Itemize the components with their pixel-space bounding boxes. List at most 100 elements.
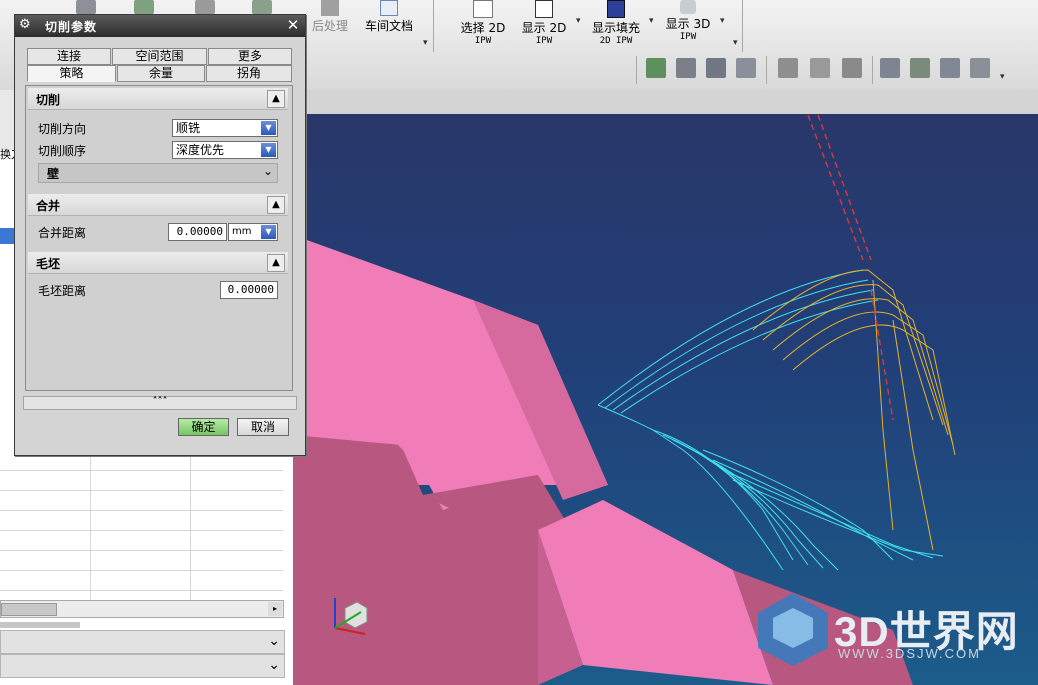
feeds-icon[interactable]: [880, 58, 900, 78]
show-fill-2d-ipw-button[interactable]: 显示填充 2D IPW: [588, 0, 644, 48]
report-icon[interactable]: [970, 58, 990, 78]
more-options-bar[interactable]: ˄˄˄: [23, 396, 297, 410]
tab-stock-label: 余量: [148, 66, 173, 80]
wall-label: 壁: [47, 167, 60, 181]
section-cutting-header[interactable]: 切削 ▲: [28, 88, 288, 110]
tab-spatial-range[interactable]: 空间范围: [112, 48, 207, 65]
show-3d-ipw-button[interactable]: 显示 3D IPW: [662, 0, 714, 44]
tool-icon[interactable]: [706, 58, 726, 78]
chevron-down-icon[interactable]: ▼: [261, 121, 276, 135]
chevron-down-icon[interactable]: ▼: [261, 143, 276, 157]
show-2d-ipw-button[interactable]: 显示 2D IPW: [518, 0, 570, 48]
shop-doc-button[interactable]: 车间文档: [362, 0, 416, 33]
ipw-group-dropdown[interactable]: ▾: [733, 38, 738, 48]
tab-connect-label: 连接: [56, 49, 81, 63]
splitter[interactable]: [0, 622, 80, 628]
tab-more[interactable]: 更多: [208, 48, 292, 65]
graphics-viewport[interactable]: [293, 90, 1038, 685]
time-icon[interactable]: [940, 58, 960, 78]
blank-distance-label: 毛坯距离: [38, 284, 87, 298]
grid-line: [190, 450, 191, 600]
show-3d-dropdown[interactable]: ▾: [720, 16, 725, 26]
ok-button[interactable]: 确定: [178, 418, 229, 436]
chevron-up-icon[interactable]: ▲: [267, 90, 285, 108]
select-2d-ipw-button[interactable]: 选择 2D IPW: [458, 0, 508, 48]
grid-line: [0, 590, 283, 591]
section-blank-header[interactable]: 毛坯 ▲: [28, 252, 288, 274]
blank-distance-input[interactable]: 0.00000: [220, 281, 278, 299]
toolbar-separator: [766, 56, 767, 84]
document-icon: [380, 0, 398, 16]
toolpath-yellow: [752, 269, 956, 551]
chevron-down-icon[interactable]: ⌄: [263, 164, 273, 178]
toolbar-separator: [433, 0, 434, 52]
toolbar-icon-4[interactable]: [252, 0, 272, 14]
select-2d-label: 选择 2D: [460, 21, 506, 35]
comment-icon[interactable]: [810, 58, 830, 78]
close-icon[interactable]: ✕: [285, 17, 301, 33]
chevron-up-icon[interactable]: ▲: [267, 254, 285, 272]
merge-unit-select[interactable]: mm ▼: [228, 223, 278, 241]
cancel-label: 取消: [250, 420, 275, 434]
section-cutting-title: 切削: [36, 93, 61, 107]
show-fill-icon: [607, 0, 625, 18]
dependencies-panel-header[interactable]: ⌄: [0, 654, 285, 678]
tab-corner[interactable]: 拐角: [206, 65, 292, 82]
scroll-right-arrow[interactable]: ▸: [268, 602, 282, 616]
machine-icon[interactable]: [676, 58, 696, 78]
cut-direction-select[interactable]: 顺铣 ▼: [172, 119, 278, 137]
details-panel-header[interactable]: ⌄: [0, 630, 285, 654]
flag-icon[interactable]: [778, 58, 798, 78]
chevron-down-icon[interactable]: ▼: [261, 225, 276, 239]
shop-doc-label: 车间文档: [364, 19, 413, 33]
cut-order-select[interactable]: 深度优先 ▼: [172, 141, 278, 159]
cutting-parameters-dialog: ⚙ 切削参数 ✕ 连接 空间范围 更多 策略 余量 拐角 切削 ▲ 切削方向 顺…: [14, 14, 306, 456]
grid-line: [0, 510, 283, 511]
show-3d-label: 显示 3D: [665, 17, 711, 31]
show-2d-dropdown[interactable]: ▾: [576, 16, 581, 26]
section-merge-header[interactable]: 合并 ▲: [28, 194, 288, 216]
section-blank-title: 毛坯: [36, 257, 61, 271]
logo-cube-icon: [758, 593, 828, 666]
grid-line: [0, 570, 283, 571]
postprocess-label: 后处理: [311, 19, 348, 33]
dialog-titlebar[interactable]: ⚙ 切削参数 ✕: [15, 15, 305, 37]
chevron-down-icon[interactable]: ⌄: [268, 633, 280, 649]
tab-connect[interactable]: 连接: [27, 48, 111, 65]
selected-row[interactable]: [0, 228, 14, 244]
cut-order-label: 切削顺序: [38, 144, 87, 158]
part-model: [293, 114, 956, 685]
merge-distance-input[interactable]: 0.00000: [168, 223, 227, 241]
grid-line: [0, 530, 283, 531]
tab-strategy[interactable]: 策略: [27, 65, 116, 82]
horizontal-scrollbar[interactable]: ▸: [0, 600, 284, 618]
grid-line: [0, 490, 283, 491]
toolbar-icon-1[interactable]: [76, 0, 96, 14]
chevron-down-icon[interactable]: ⌄: [268, 657, 280, 673]
note-icon[interactable]: [842, 58, 862, 78]
toolbar-icon-3[interactable]: [195, 0, 215, 14]
verify-icon[interactable]: [646, 58, 666, 78]
gear-icon[interactable]: ⚙: [19, 18, 33, 32]
cut-order-value: 深度优先: [176, 143, 225, 157]
wall-subgroup[interactable]: 壁 ⌄: [38, 163, 278, 183]
more-tools-dropdown[interactable]: ▾: [1000, 72, 1005, 82]
show-2d-label: 显示 2D: [521, 21, 567, 35]
show-fill-dropdown[interactable]: ▾: [649, 16, 654, 26]
tab-stock[interactable]: 余量: [117, 65, 205, 82]
watermark-url: WWW.3DSJW.COM: [838, 646, 981, 661]
speeds-icon[interactable]: [910, 58, 930, 78]
expand-more-icon[interactable]: ˄˄˄: [153, 396, 168, 407]
tab-strategy-label: 策略: [59, 66, 84, 80]
postprocess-button[interactable]: 后处理: [308, 0, 352, 33]
scrollbar-thumb[interactable]: [1, 603, 57, 616]
tab-corner-label: 拐角: [236, 66, 261, 80]
toolbar-icon-2[interactable]: [134, 0, 154, 14]
shop-doc-dropdown[interactable]: ▾: [423, 38, 428, 48]
chevron-up-icon[interactable]: ▲: [267, 196, 285, 214]
section-merge-title: 合并: [36, 199, 61, 213]
cancel-button[interactable]: 取消: [237, 418, 289, 436]
grid-line: [90, 450, 91, 600]
ok-label: 确定: [191, 420, 216, 434]
list-icon[interactable]: [736, 58, 756, 78]
